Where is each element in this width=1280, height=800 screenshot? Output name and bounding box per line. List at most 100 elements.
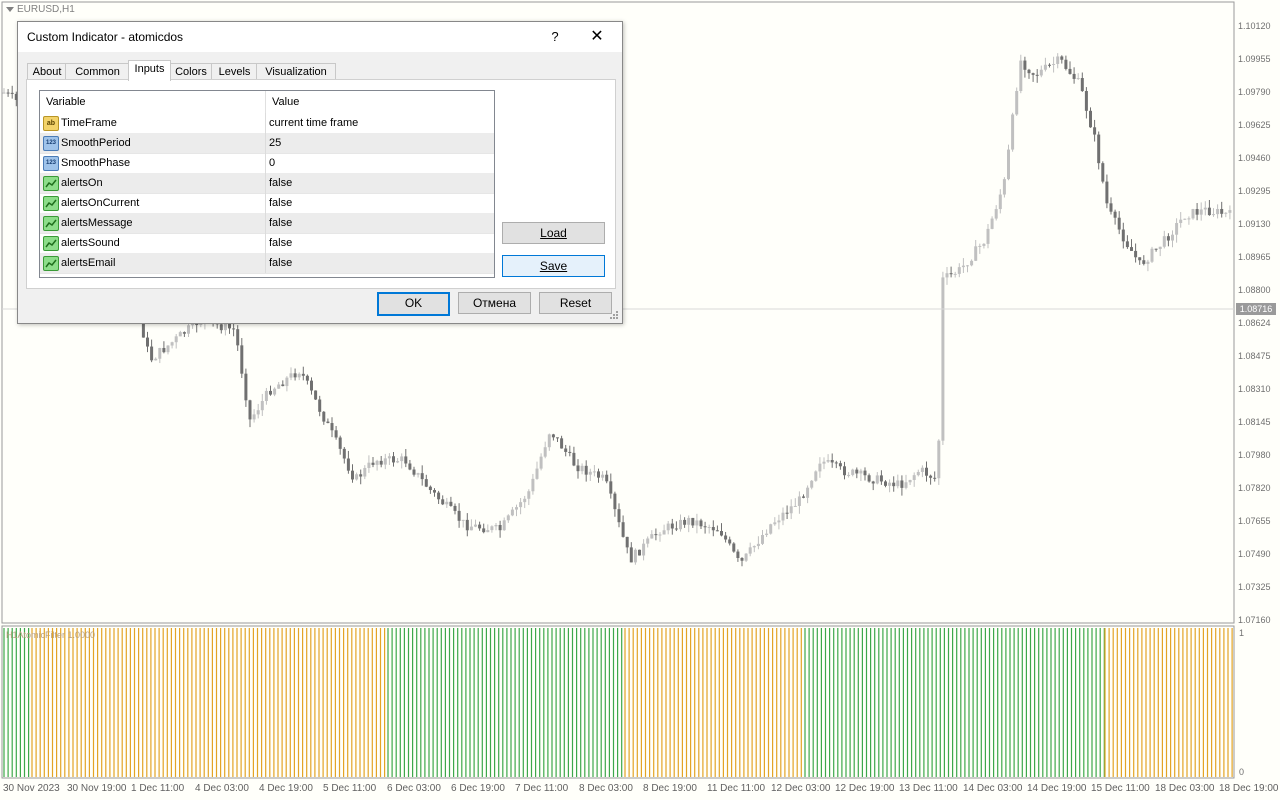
candle-body [383,458,387,465]
candle-body [761,535,764,544]
candle-body [326,421,330,424]
candle-body [515,507,518,510]
candle-body [1002,179,1006,195]
candle-body [896,480,900,487]
candle-body [560,438,564,449]
candle-body [416,473,420,475]
input-row-SmoothPhase[interactable]: 123 SmoothPhase 0 [40,153,494,174]
candle-body [642,543,646,556]
candle-body [334,430,338,438]
row-separator [265,193,266,213]
candle-body [154,358,158,361]
ok-button[interactable]: OK [377,292,450,316]
input-row-TimeFrame[interactable]: ab TimeFrame current time frame [40,113,494,134]
load-button[interactable]: Load [502,222,605,244]
candle-body [1007,149,1010,180]
candle-body [843,466,846,476]
reset-button[interactable]: Reset [539,292,612,314]
candle-body [633,549,637,563]
chart-symbol-label[interactable]: EURUSD,H1 [6,4,75,15]
candle-body [617,509,621,523]
column-header-variable[interactable]: Variable [46,96,86,108]
candle-body [531,478,535,492]
candle-body [228,323,231,329]
candle-body [859,470,863,474]
candle-body [822,461,826,464]
indicator-histogram [3,628,1233,777]
candle-body [1031,73,1035,75]
candle-body [781,512,785,521]
inputs-grid: Variable Value ab TimeFrame current time f… [39,90,495,278]
candle-body [892,482,896,487]
candle-body [990,218,994,229]
time-axis-label: 6 Dec 19:00 [451,783,505,794]
candle-body [1216,208,1220,215]
resize-grip-icon[interactable] [609,310,619,320]
cancel-button[interactable]: Отмена [458,292,531,314]
help-button[interactable]: ? [544,27,566,47]
tab-inputs[interactable]: Inputs [128,60,171,81]
candle-body [445,501,449,505]
input-value[interactable]: false [269,257,292,269]
candle-body [1011,114,1015,150]
input-value[interactable]: false [269,217,292,229]
price-axis-label: 1.09955 [1238,54,1271,64]
save-button[interactable]: Save [502,255,605,277]
candle-body [867,475,871,482]
candle-body [875,475,879,484]
boolean-icon [43,176,59,191]
string-icon: ab [43,116,59,131]
candle-body [232,328,236,330]
input-value[interactable]: false [269,177,292,189]
candle-body [1134,250,1138,258]
input-row-alertsMessage[interactable]: alertsMessage false [40,213,494,234]
candle-body [970,260,974,266]
column-separator[interactable] [265,91,266,113]
column-header-value[interactable]: Value [272,96,299,108]
tab-levels[interactable]: Levels [211,63,258,80]
candle-body [1138,257,1142,261]
candle-body [420,473,424,480]
tab-colors[interactable]: Colors [169,63,213,80]
candle-body [441,499,445,505]
candle-body [289,373,293,378]
input-row-alertsOn[interactable]: alertsOn false [40,173,494,194]
close-button[interactable]: ✕ [584,27,610,47]
dialog-titlebar[interactable]: Custom Indicator - atomicdos ? ✕ [18,22,622,52]
candle-body [1117,217,1121,230]
candle-body [461,519,465,521]
input-value[interactable]: false [269,237,292,249]
candle-body [244,373,248,401]
input-row-alertsEmail[interactable]: alertsEmail false [40,253,494,274]
input-value[interactable]: current time frame [269,117,358,129]
candle-body [1039,69,1043,76]
candle-body [1220,208,1224,214]
candle-body [986,228,990,244]
candle-body [916,471,920,476]
candle-body [888,482,892,486]
input-row-SmoothPeriod[interactable]: 123 SmoothPeriod 25 [40,133,494,154]
candle-body [1212,214,1215,216]
candle-body [592,471,596,473]
tab-about[interactable]: About [27,63,67,80]
candle-body [396,461,400,463]
input-variable-name: SmoothPeriod [61,137,131,149]
candle-body [1195,209,1199,215]
time-axis-label: 15 Dec 11:00 [1091,783,1150,794]
candle-body [182,332,186,334]
input-value[interactable]: 0 [269,157,275,169]
price-axis-label: 1.09130 [1238,219,1271,229]
indicator-axis-bottom: 0 [1239,767,1245,777]
time-axis-label: 12 Dec 19:00 [835,783,895,794]
input-row-alertsOnCurrent[interactable]: alertsOnCurrent false [40,193,494,214]
candle-body [1093,127,1097,135]
input-value[interactable]: 25 [269,137,281,149]
candle-body [736,551,740,558]
tab-visualization[interactable]: Visualization [256,63,336,80]
tab-common[interactable]: Common [65,63,130,80]
candle-body [178,332,182,337]
candle-body [412,469,416,475]
input-value[interactable]: false [269,197,292,209]
price-axis-label: 1.09295 [1238,186,1271,196]
input-row-alertsSound[interactable]: alertsSound false [40,233,494,254]
